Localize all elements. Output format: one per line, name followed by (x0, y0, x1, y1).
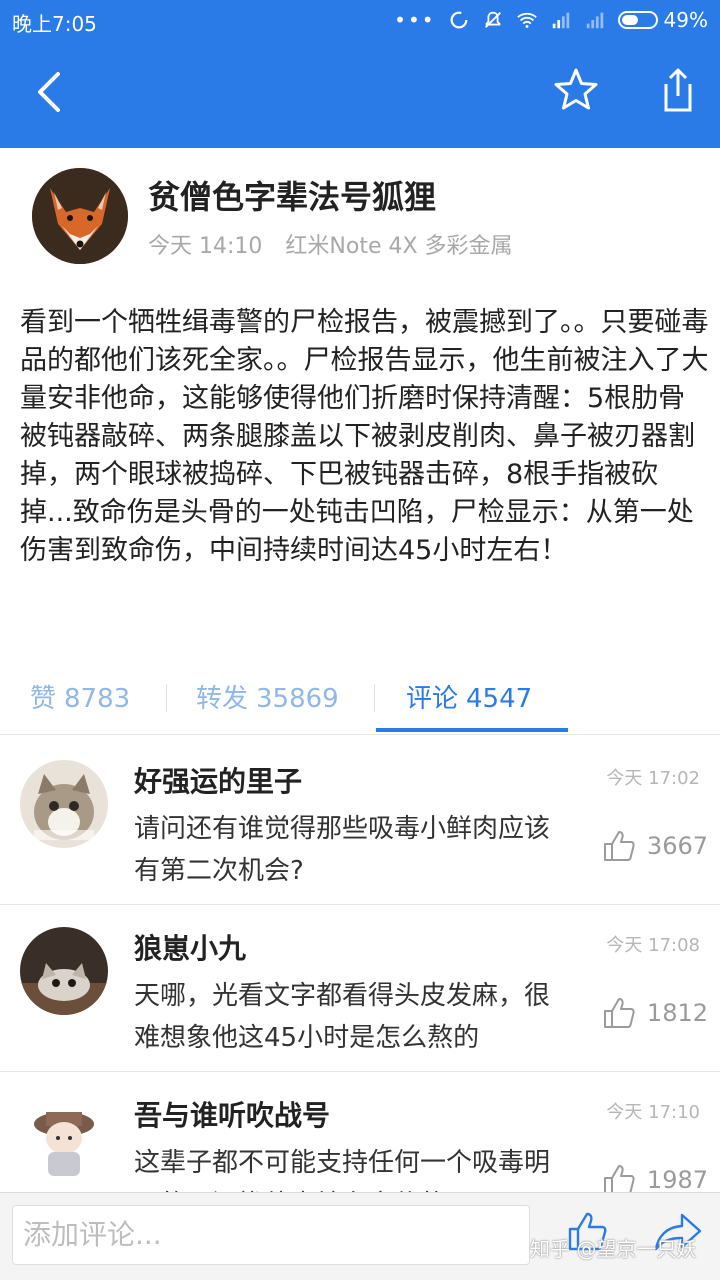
commenter-name[interactable]: 好强运的里子 (134, 760, 302, 800)
share-icon[interactable] (646, 62, 702, 118)
sync-icon (450, 11, 467, 29)
comment-like-count: 1987 (646, 1166, 708, 1194)
tab-reposts[interactable]: 转发 35869 (196, 678, 339, 715)
comment-like-button[interactable]: 3667 (601, 828, 708, 864)
battery-fill (621, 15, 638, 25)
author-name[interactable]: 贫僧色字辈法号狐狸 (148, 172, 436, 218)
thumb-up-icon (603, 998, 635, 1028)
post-time: 今天 14:10 (148, 234, 263, 259)
battery-indicator: 49% (617, 8, 708, 32)
comment-item[interactable]: 狼崽小九 今天 17:08 天哪，光看文字都看得头皮发麻，很难想象他这45小时是… (0, 905, 720, 1072)
post-stats-bar: 赞 8783 转发 35869 评论 4547 (0, 668, 720, 735)
comment-text: 请问还有谁觉得那些吸毒小鲜肉应该有第二次机会? (134, 814, 551, 886)
battery-icon (617, 11, 658, 29)
likes-count: 8783 (64, 684, 131, 714)
tab-likes[interactable]: 赞 8783 (30, 678, 130, 715)
status-icons: ••• 49% (394, 8, 708, 32)
app-bar (0, 40, 720, 148)
signal-2-icon (586, 12, 603, 29)
stats-divider (166, 684, 167, 712)
cartoon-avatar-image (20, 1094, 108, 1182)
thumb-up-icon (603, 831, 635, 861)
comment-like-count: 1812 (646, 999, 708, 1027)
author-avatar[interactable] (32, 168, 128, 264)
bottom-comment-bar: 添加评论... 知乎 @望京一只妖 (0, 1192, 720, 1280)
comment-text: 天哪，光看文字都看得头皮发麻，很难想象他这45小时是怎么熬的 (134, 981, 551, 1053)
watermark-text: 知乎 @望京一只妖 (530, 1237, 697, 1261)
status-bar: 晚上7:05 ••• 49% (0, 0, 720, 40)
comments-count: 4547 (466, 684, 533, 714)
wifi-icon (516, 12, 537, 28)
post-detail-screen: 晚上7:05 ••• 49% 贫僧色字辈法号狐狸 今天 14:10 红米Note… (0, 0, 720, 1280)
comment-input[interactable]: 添加评论... (12, 1205, 530, 1265)
battery-percent: 49% (663, 8, 708, 32)
author-meta: 今天 14:10 红米Note 4X 多彩金属 (148, 228, 529, 260)
comment-like-count: 3667 (646, 832, 708, 860)
commenter-avatar[interactable] (20, 927, 108, 1015)
back-arrow-icon[interactable] (22, 64, 78, 120)
post-device: 红米Note 4X 多彩金属 (285, 234, 513, 259)
likes-label: 赞 (30, 684, 57, 714)
cat-avatar-image (20, 927, 108, 1015)
cat-avatar-image (20, 760, 108, 848)
comment-time: 今天 17:10 (606, 1102, 700, 1123)
fox-avatar-image (32, 168, 128, 264)
signal-icon (552, 12, 569, 29)
star-icon[interactable] (548, 62, 604, 118)
more-dots-icon: ••• (394, 8, 436, 32)
reposts-count: 35869 (256, 684, 339, 714)
stats-divider (374, 684, 375, 712)
comment-input-placeholder: 添加评论... (23, 1218, 162, 1251)
active-tab-indicator (376, 728, 568, 732)
mute-icon (484, 11, 501, 28)
post-header: 贫僧色字辈法号狐狸 今天 14:10 红米Note 4X 多彩金属 (0, 148, 720, 280)
comment-time: 今天 17:08 (606, 935, 700, 956)
tab-comments[interactable]: 评论 4547 (406, 678, 532, 715)
commenter-name[interactable]: 狼崽小九 (134, 927, 246, 967)
comments-label: 评论 (406, 684, 459, 714)
commenter-name[interactable]: 吾与谁听吹战号 (134, 1094, 330, 1134)
reposts-label: 转发 (196, 684, 249, 714)
commenter-avatar[interactable] (20, 760, 108, 848)
status-time: 晚上7:05 (12, 12, 97, 36)
comment-item[interactable]: 好强运的里子 今天 17:02 请问还有谁觉得那些吸毒小鲜肉应该有第二次机会? … (0, 738, 720, 905)
comment-time: 今天 17:02 (606, 768, 700, 789)
comment-like-button[interactable]: 1812 (601, 995, 708, 1031)
commenter-avatar[interactable] (20, 1094, 108, 1182)
post-body-text: 看到一个牺牲缉毒警的尸检报告，被震撼到了。。只要碰毒品的都他们该死全家。。尸检报… (20, 307, 709, 566)
